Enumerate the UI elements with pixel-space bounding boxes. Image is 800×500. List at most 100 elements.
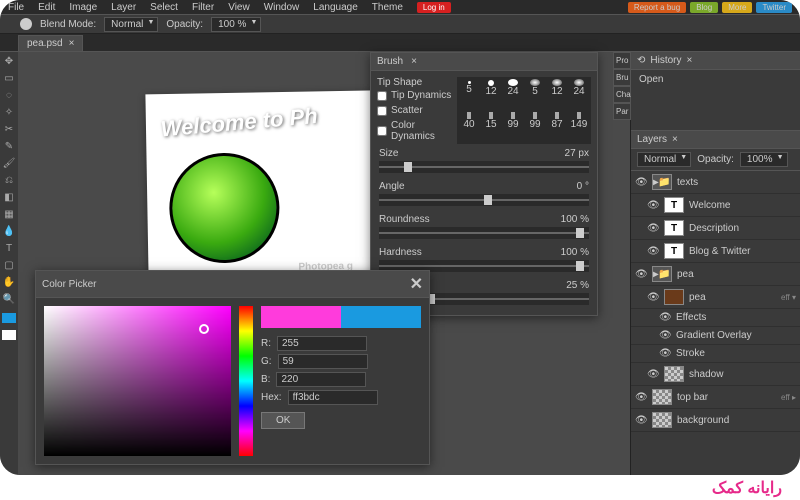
link-twitter[interactable]: Twitter: [756, 2, 792, 13]
saturation-lightness-picker[interactable]: [44, 306, 231, 456]
visibility-icon[interactable]: 👁: [635, 177, 647, 188]
r-input[interactable]: [277, 336, 367, 351]
menu-image[interactable]: Image: [69, 2, 97, 13]
hand-tool-icon[interactable]: ✋: [2, 275, 16, 289]
b-input[interactable]: [276, 372, 366, 387]
layers-close-icon[interactable]: ×: [672, 134, 678, 145]
link-report-bug[interactable]: Report a bug: [628, 2, 686, 13]
layer-row[interactable]: 👁TDescription: [631, 217, 800, 240]
folder-icon: ▸📁: [652, 174, 672, 190]
ok-button[interactable]: OK: [261, 412, 305, 429]
menu-edit[interactable]: Edit: [38, 2, 55, 13]
layer-row[interactable]: 👁Effects: [631, 309, 800, 327]
layer-row[interactable]: 👁▸📁pea: [631, 263, 800, 286]
brush-tool-icon[interactable]: 🖌: [2, 156, 16, 170]
visibility-icon[interactable]: 👁: [635, 269, 647, 280]
login-button[interactable]: Log in: [417, 2, 451, 13]
blur-tool-icon[interactable]: 💧: [2, 224, 16, 238]
opacity-dropdown[interactable]: 100 %: [211, 17, 261, 32]
layer-row[interactable]: 👁Gradient Overlay: [631, 327, 800, 345]
brush-preview-icon[interactable]: [20, 18, 32, 30]
history-close-icon[interactable]: ×: [687, 55, 693, 66]
sidetab-brush[interactable]: Bru: [613, 69, 631, 86]
layer-blend-dropdown[interactable]: Normal: [637, 152, 691, 167]
visibility-icon[interactable]: 👁: [635, 392, 647, 403]
zoom-tool-icon[interactable]: 🔍: [2, 292, 16, 306]
menu-theme[interactable]: Theme: [372, 2, 403, 13]
history-item[interactable]: Open: [639, 74, 792, 85]
hex-input[interactable]: [288, 390, 378, 405]
effect-toggle-icon[interactable]: 👁: [659, 330, 671, 341]
toolbar: ✥ ▭ ◌ ✧ ✂ ✎ 🖌 ⎌ ◧ ▦ 💧 T ▢ ✋ 🔍: [0, 52, 18, 475]
tip-shape-label[interactable]: Tip Shape: [377, 77, 457, 88]
blend-mode-label: Blend Mode:: [40, 19, 96, 30]
undo-icon[interactable]: ⟲: [637, 55, 645, 66]
type-tool-icon[interactable]: T: [2, 241, 16, 255]
layer-opacity-dropdown[interactable]: 100%: [740, 152, 788, 167]
visibility-icon[interactable]: 👁: [647, 246, 659, 257]
visibility-icon[interactable]: 👁: [635, 415, 647, 426]
sidetab-paragraph[interactable]: Par: [613, 103, 631, 120]
menu-layer[interactable]: Layer: [111, 2, 136, 13]
visibility-icon[interactable]: 👁: [647, 369, 659, 380]
menu-view[interactable]: View: [228, 2, 250, 13]
color-picker-close-icon[interactable]: ✕: [410, 274, 423, 294]
text-layer-icon: T: [664, 220, 684, 236]
slider-roundness[interactable]: Roundness100 %: [377, 210, 591, 243]
layer-row[interactable]: 👁▸📁texts: [631, 171, 800, 194]
eyedropper-tool-icon[interactable]: ✎: [2, 139, 16, 153]
move-tool-icon[interactable]: ✥: [2, 54, 16, 68]
color-dynamics-checkbox[interactable]: Color Dynamics: [377, 118, 457, 144]
menu-filter[interactable]: Filter: [192, 2, 214, 13]
layer-row[interactable]: 👁 top bar eff ▸: [631, 386, 800, 409]
tab-close-icon[interactable]: ×: [69, 38, 75, 49]
old-color-swatch: [341, 306, 421, 328]
options-bar: Blend Mode: Normal Opacity: 100 %: [0, 14, 800, 34]
tab-pea-psd[interactable]: pea.psd ×: [18, 35, 83, 51]
gradient-tool-icon[interactable]: ▦: [2, 207, 16, 221]
sidetab-properties[interactable]: Pro: [613, 52, 631, 69]
effects-indicator[interactable]: eff ▸: [781, 393, 796, 402]
wand-tool-icon[interactable]: ✧: [2, 105, 16, 119]
layer-row[interactable]: 👁pea eff ▾: [631, 286, 800, 309]
marquee-tool-icon[interactable]: ▭: [2, 71, 16, 85]
layer-name: pea: [677, 269, 694, 280]
hue-slider[interactable]: [239, 306, 253, 456]
clone-tool-icon[interactable]: ⎌: [2, 173, 16, 187]
layer-row[interactable]: 👁Stroke: [631, 345, 800, 363]
lasso-tool-icon[interactable]: ◌: [2, 88, 16, 102]
scatter-checkbox[interactable]: Scatter: [377, 103, 457, 118]
visibility-icon[interactable]: 👁: [647, 200, 659, 211]
crop-tool-icon[interactable]: ✂: [2, 122, 16, 136]
right-dock: Pro Bru Cha Par ⟲ History × Open Layers …: [630, 52, 800, 475]
link-more[interactable]: More: [722, 2, 752, 13]
eraser-tool-icon[interactable]: ◧: [2, 190, 16, 204]
effects-indicator[interactable]: eff ▾: [781, 293, 796, 302]
effect-toggle-icon[interactable]: 👁: [659, 348, 671, 359]
layer-name: Blog & Twitter: [689, 246, 751, 257]
layer-row[interactable]: 👁background: [631, 409, 800, 432]
layer-row[interactable]: 👁TBlog & Twitter: [631, 240, 800, 263]
layer-row[interactable]: 👁shadow: [631, 363, 800, 386]
background-color-swatch[interactable]: [2, 330, 16, 340]
shape-tool-icon[interactable]: ▢: [2, 258, 16, 272]
brush-panel-close-icon[interactable]: ×: [411, 56, 417, 67]
menu-file[interactable]: File: [8, 2, 24, 13]
layer-row[interactable]: 👁TWelcome: [631, 194, 800, 217]
link-blog[interactable]: Blog: [690, 2, 718, 13]
menu-language[interactable]: Language: [313, 2, 358, 13]
g-input[interactable]: [278, 354, 368, 369]
menu-select[interactable]: Select: [150, 2, 178, 13]
slider-size[interactable]: Size27 px: [377, 144, 591, 177]
sidetab-character[interactable]: Cha: [613, 86, 631, 103]
effect-toggle-icon[interactable]: 👁: [659, 312, 671, 323]
visibility-icon[interactable]: 👁: [647, 223, 659, 234]
tip-dynamics-checkbox[interactable]: Tip Dynamics: [377, 88, 457, 103]
slider-angle[interactable]: Angle0 °: [377, 177, 591, 210]
visibility-icon[interactable]: 👁: [647, 292, 659, 303]
layer-name: top bar: [677, 392, 708, 403]
menu-window[interactable]: Window: [264, 2, 300, 13]
blend-mode-dropdown[interactable]: Normal: [104, 17, 158, 32]
brush-tip-grid[interactable]: 5 12 24 5 12 24 40 15 99 99 87 149: [457, 77, 591, 144]
foreground-color-swatch[interactable]: [2, 313, 16, 323]
